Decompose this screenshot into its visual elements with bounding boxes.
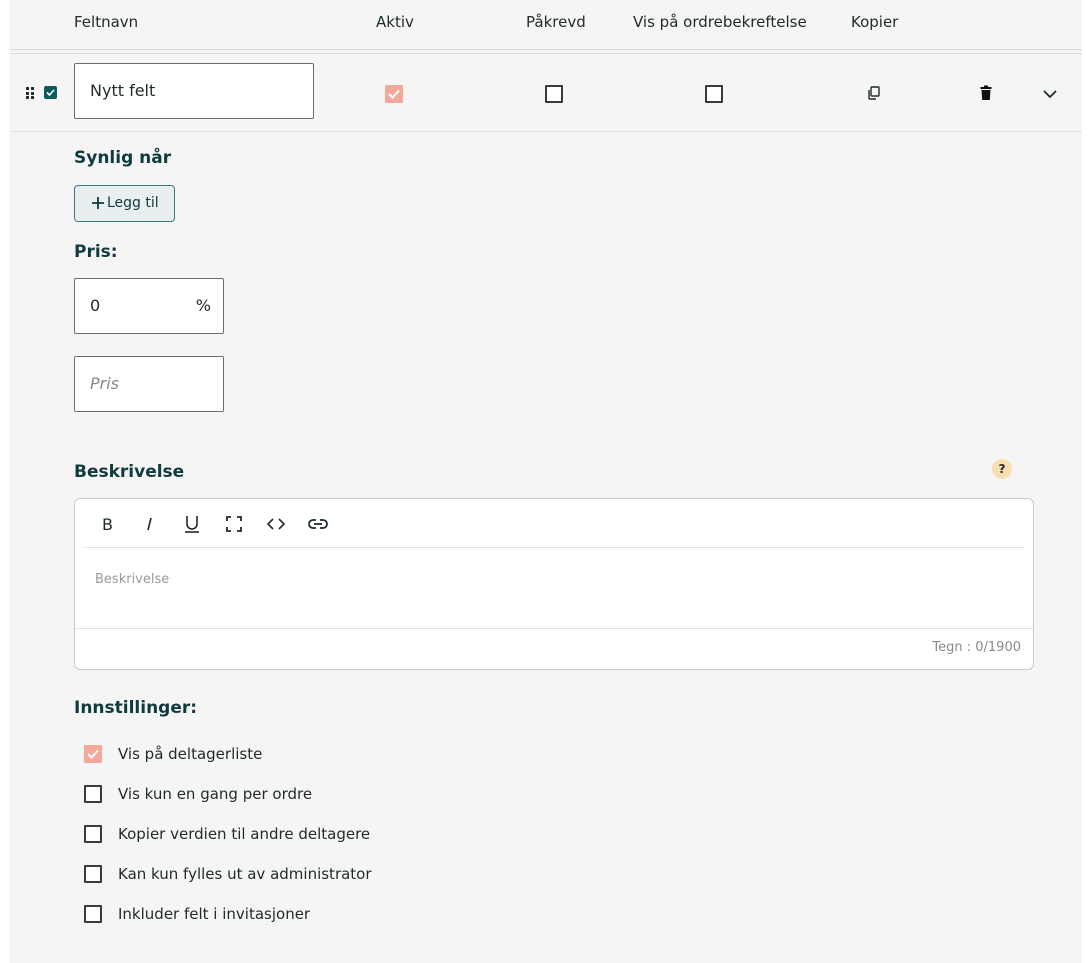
header-active: Aktiv bbox=[376, 13, 414, 31]
row-select-checkbox[interactable] bbox=[44, 86, 57, 99]
svg-text:B: B bbox=[102, 515, 113, 534]
setting-checkbox[interactable] bbox=[84, 825, 102, 843]
setting-label: Vis kun en gang per ordre bbox=[118, 785, 313, 803]
editor-placeholder: Beskrivelse bbox=[95, 572, 170, 587]
plus-icon bbox=[92, 197, 104, 209]
setting-label: Vis på deltagerliste bbox=[118, 745, 263, 763]
link-icon[interactable] bbox=[307, 513, 329, 535]
header-field-name: Feltnavn bbox=[74, 13, 139, 31]
setting-label: Kopier verdien til andre deltagere bbox=[118, 825, 371, 843]
price-input[interactable]: Pris bbox=[74, 356, 224, 412]
underline-icon[interactable] bbox=[181, 513, 203, 535]
drag-handle-icon[interactable] bbox=[26, 87, 36, 99]
add-condition-label: Legg til bbox=[107, 195, 159, 211]
setting-checkbox[interactable] bbox=[84, 745, 102, 763]
header-copy: Kopier bbox=[851, 13, 899, 31]
field-name-input[interactable]: Nytt felt bbox=[74, 63, 314, 119]
code-icon[interactable] bbox=[265, 513, 287, 535]
trash-icon[interactable] bbox=[976, 83, 996, 103]
price-title: Pris: bbox=[74, 242, 118, 262]
check-icon bbox=[388, 89, 400, 99]
price-placeholder: Pris bbox=[90, 374, 120, 393]
field-editor-panel: Feltnavn Aktiv Påkrevd Vis på ordrebekre… bbox=[10, 0, 1082, 963]
percent-input[interactable]: 0 % bbox=[74, 278, 224, 334]
check-icon bbox=[46, 89, 55, 97]
active-checkbox[interactable] bbox=[385, 85, 403, 103]
header-required: Påkrevd bbox=[526, 13, 586, 31]
add-condition-button[interactable]: Legg til bbox=[74, 185, 175, 222]
settings-title: Innstillinger: bbox=[74, 698, 198, 718]
fullscreen-icon[interactable] bbox=[223, 513, 245, 535]
description-title: Beskrivelse bbox=[74, 462, 185, 482]
bold-icon[interactable]: B bbox=[97, 513, 119, 535]
required-checkbox[interactable] bbox=[545, 85, 563, 103]
show-on-confirmation-checkbox[interactable] bbox=[705, 85, 723, 103]
percent-value: 0 bbox=[90, 296, 101, 315]
setting-label: Inkluder felt i invitasjoner bbox=[118, 905, 311, 923]
table-header: Feltnavn Aktiv Påkrevd Vis på ordrebekre… bbox=[10, 0, 1082, 50]
percent-suffix: % bbox=[195, 296, 211, 315]
character-counter: Tegn : 0/1900 bbox=[932, 640, 1021, 655]
help-icon[interactable]: ? bbox=[992, 459, 1012, 479]
field-row: Nytt felt bbox=[10, 54, 1082, 132]
visibility-title: Synlig når bbox=[74, 148, 172, 168]
check-icon bbox=[87, 749, 99, 759]
copy-icon[interactable] bbox=[864, 83, 884, 103]
italic-icon[interactable] bbox=[139, 513, 161, 535]
chevron-down-icon[interactable] bbox=[1040, 84, 1060, 104]
setting-checkbox[interactable] bbox=[84, 785, 102, 803]
setting-checkbox[interactable] bbox=[84, 865, 102, 883]
editor-toolbar: B bbox=[83, 499, 1025, 548]
editor-footer-divider bbox=[75, 628, 1033, 629]
setting-checkbox[interactable] bbox=[84, 905, 102, 923]
setting-label: Kan kun fylles ut av administrator bbox=[118, 865, 372, 883]
description-editor[interactable]: B Beskrivelse Tegn : 0/1900 bbox=[74, 498, 1034, 670]
header-show-on-confirmation: Vis på ordrebekreftelse bbox=[633, 13, 807, 31]
